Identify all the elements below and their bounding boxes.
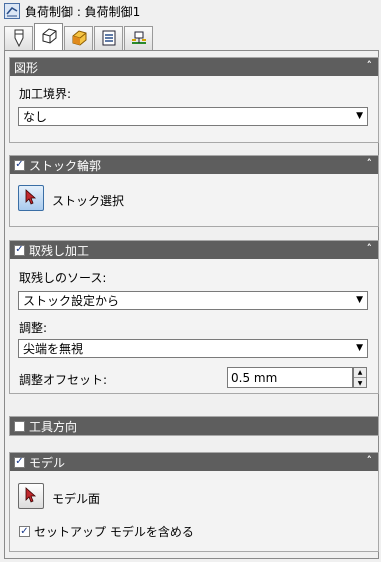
spin-up-icon[interactable]: ▲ — [354, 368, 366, 378]
group-title: ストック輪郭 — [29, 158, 102, 173]
group-title: モデル — [29, 455, 66, 470]
rest-source-select[interactable]: ストック設定から ▼ — [18, 291, 368, 310]
include-setup-option[interactable]: ✓ セットアップ モデルを含める — [19, 523, 194, 540]
group-header-tool-orientation[interactable]: 工具方向 — [10, 417, 378, 435]
adjust-offset-input[interactable]: 0.5 mm — [227, 367, 353, 388]
chevron-down-icon: ▼ — [356, 111, 363, 121]
tab-heights[interactable] — [64, 26, 93, 51]
passes-icon — [101, 29, 117, 50]
adjust-select[interactable]: 尖端を無視 ▼ — [18, 339, 368, 358]
include-setup-checkbox[interactable]: ✓ — [19, 526, 30, 537]
group-title: 取残し加工 — [29, 243, 90, 258]
geometry-icon — [40, 27, 58, 48]
group-tool-orientation: 工具方向 — [9, 416, 379, 436]
boundary-label: 加工境界: — [19, 87, 72, 101]
stock-select-button[interactable] — [18, 185, 44, 211]
group-header-rest-machining[interactable]: ✓ 取残し加工 ˄ — [10, 241, 378, 259]
collapse-icon[interactable]: ˄ — [367, 242, 373, 255]
tab-passes[interactable] — [94, 26, 123, 51]
tool-icon — [11, 29, 27, 50]
operation-icon — [4, 3, 20, 19]
group-title: 図形 — [14, 60, 39, 75]
tool-orientation-checkbox[interactable] — [14, 420, 25, 432]
rest-source-label: 取残しのソース: — [19, 271, 107, 285]
group-title: 工具方向 — [29, 419, 78, 434]
tab-linking[interactable] — [124, 26, 153, 51]
adjust-offset-spinner[interactable]: ▲ ▼ — [353, 367, 367, 388]
group-header-model[interactable]: ✓ モデル ˄ — [10, 453, 378, 471]
model-faces-button[interactable] — [18, 483, 44, 509]
chevron-down-icon: ▼ — [356, 295, 363, 305]
adjust-offset-label: 調整オフセット: — [19, 373, 108, 387]
include-setup-label: セットアップ モデルを含める — [34, 525, 194, 539]
collapse-icon[interactable]: ˄ — [367, 59, 373, 72]
cursor-arrow-icon — [25, 486, 37, 506]
tab-geometry[interactable] — [34, 23, 63, 51]
group-model: ✓ モデル ˄ モデル面 ✓ セットアップ モデルを含める — [9, 452, 379, 552]
tab-tool[interactable] — [4, 26, 33, 51]
group-geometry: 図形 ˄ 加工境界: なし ▼ — [9, 57, 379, 143]
heights-icon — [70, 29, 88, 50]
stock-select-label: ストック選択 — [52, 194, 125, 208]
window-title: 負荷制御 : 負荷制御1 — [25, 4, 141, 19]
linking-icon — [130, 29, 148, 50]
properties-panel: 図形 ˄ 加工境界: なし ▼ ✓ ストック輪郭 ˄ ストック選択 ✓ 取残し加… — [4, 50, 379, 559]
adjust-offset-value: 0.5 mm — [231, 370, 278, 385]
boundary-value: なし — [23, 110, 48, 124]
stock-contour-checkbox[interactable]: ✓ — [14, 159, 25, 171]
chevron-down-icon: ▼ — [356, 343, 363, 353]
rest-source-value: ストック設定から — [23, 294, 120, 308]
collapse-icon[interactable]: ˄ — [367, 157, 373, 170]
property-tabs — [4, 23, 154, 51]
adjust-label: 調整: — [19, 321, 48, 335]
group-header-stock-contour[interactable]: ✓ ストック輪郭 ˄ — [10, 156, 378, 174]
window-titlebar: 負荷制御 : 負荷制御1 — [0, 0, 381, 22]
group-header-geometry[interactable]: 図形 ˄ — [10, 58, 378, 76]
model-faces-label: モデル面 — [52, 492, 101, 506]
adjust-value: 尖端を無視 — [23, 342, 84, 356]
model-checkbox[interactable]: ✓ — [14, 456, 25, 468]
rest-machining-checkbox[interactable]: ✓ — [14, 244, 25, 256]
cursor-arrow-icon — [25, 188, 37, 208]
group-stock-contour: ✓ ストック輪郭 ˄ ストック選択 — [9, 155, 379, 227]
boundary-select[interactable]: なし ▼ — [18, 107, 368, 126]
spin-down-icon[interactable]: ▼ — [354, 378, 366, 388]
group-rest-machining: ✓ 取残し加工 ˄ 取残しのソース: ストック設定から ▼ 調整: 尖端を無視 … — [9, 240, 379, 394]
collapse-icon[interactable]: ˄ — [367, 454, 373, 467]
